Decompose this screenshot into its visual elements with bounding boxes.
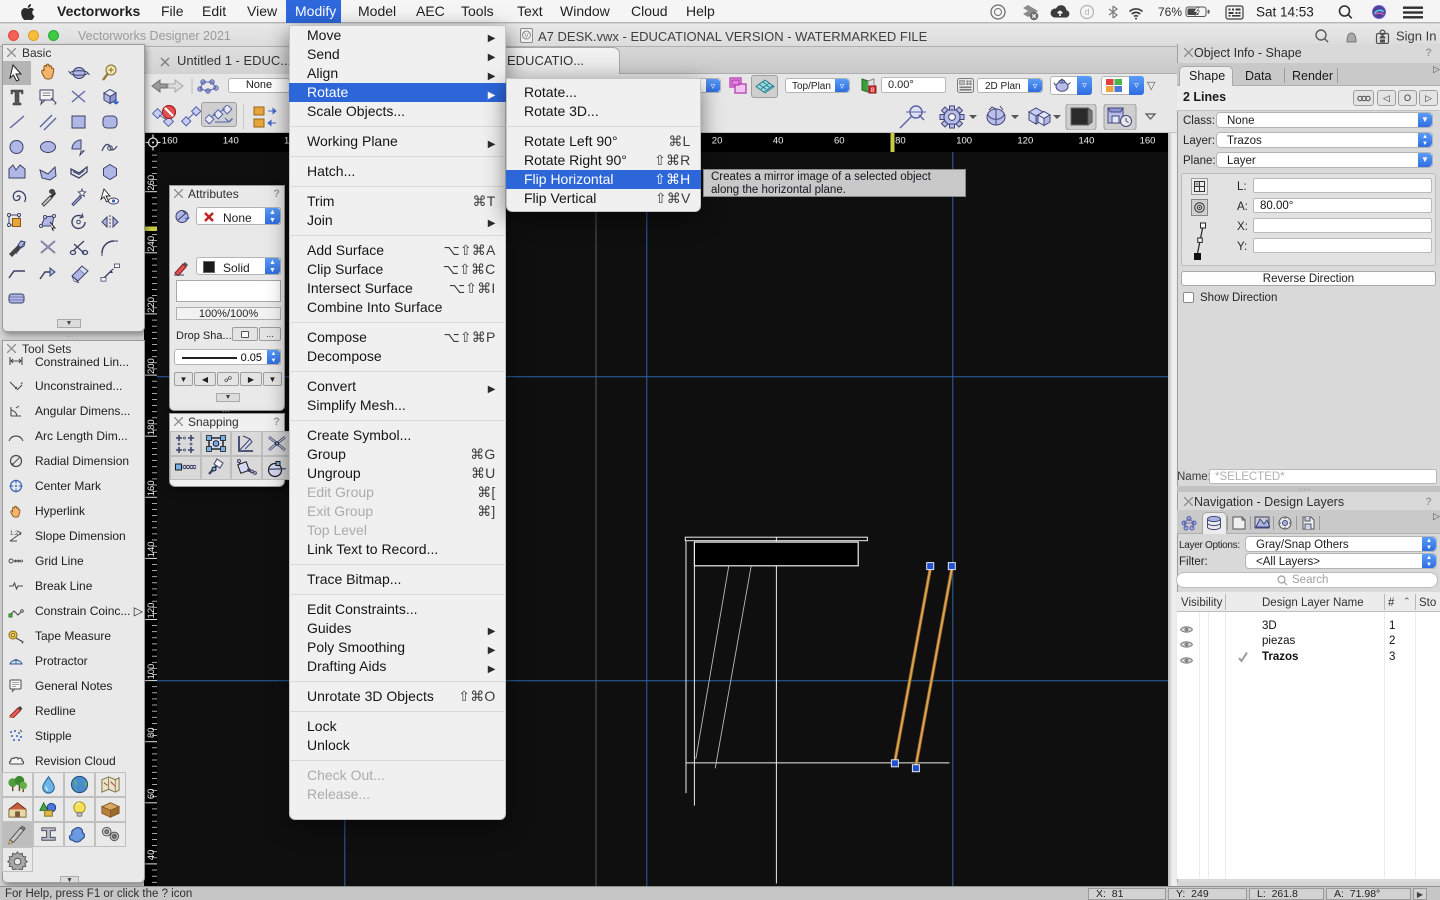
svg-text:200: 200 <box>146 358 157 374</box>
svg-text:220: 220 <box>146 297 157 313</box>
svg-text:120: 120 <box>1017 136 1033 147</box>
svg-text:Sign In: Sign In <box>1396 29 1436 44</box>
svg-text:80: 80 <box>895 136 906 147</box>
svg-text:76%: 76% <box>1158 5 1182 19</box>
svg-text:40: 40 <box>146 850 157 861</box>
svg-text:140: 140 <box>223 136 239 147</box>
svg-text:120: 120 <box>146 603 157 619</box>
svg-text:Sat 14:53: Sat 14:53 <box>1256 5 1314 20</box>
svg-text:260: 260 <box>146 175 157 191</box>
svg-text:60: 60 <box>834 136 845 147</box>
svg-text:100: 100 <box>146 664 157 680</box>
svg-text:240: 240 <box>146 236 157 252</box>
svg-text:d: d <box>1084 7 1089 17</box>
svg-text:1.2: 1.2 <box>10 531 19 537</box>
svg-text:40: 40 <box>773 136 784 147</box>
svg-text:140: 140 <box>146 541 157 557</box>
svg-text:140: 140 <box>1079 136 1095 147</box>
svg-text:160: 160 <box>162 136 178 147</box>
svg-text:60: 60 <box>146 789 157 800</box>
svg-text:20: 20 <box>712 136 723 147</box>
svg-text:160: 160 <box>146 480 157 496</box>
svg-text:80: 80 <box>146 727 157 738</box>
svg-text:180: 180 <box>146 419 157 435</box>
svg-text:100: 100 <box>956 136 972 147</box>
svg-text:160: 160 <box>1140 136 1156 147</box>
